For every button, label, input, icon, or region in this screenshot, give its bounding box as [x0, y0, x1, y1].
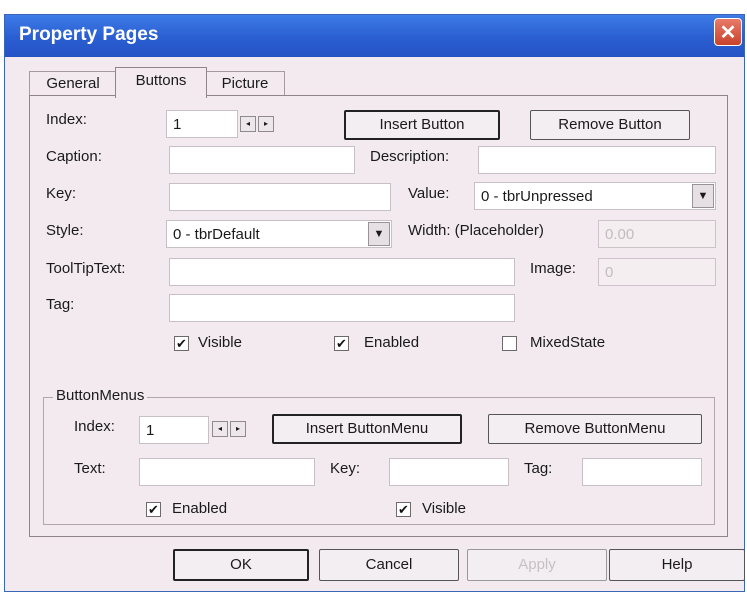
- width-field[interactable]: 0.00: [598, 220, 716, 248]
- checkmark-icon: ✔: [148, 502, 159, 517]
- style-select[interactable]: 0 - tbrDefault ▼: [166, 220, 392, 248]
- image-label: Image:: [530, 260, 576, 277]
- menu-key-label: Key:: [330, 460, 361, 477]
- value-select[interactable]: 0 - tbrUnpressed ▼: [474, 182, 716, 210]
- tag-field[interactable]: [169, 294, 515, 322]
- chevron-down-icon[interactable]: ▼: [692, 184, 714, 208]
- visible-checkbox[interactable]: ✔: [174, 336, 189, 351]
- ok-button[interactable]: OK: [173, 549, 309, 581]
- tab-picture[interactable]: Picture: [205, 71, 285, 96]
- checkmark-icon: ✔: [398, 502, 409, 517]
- menu-index-field[interactable]: 1: [139, 416, 209, 444]
- window-title: Property Pages: [19, 24, 159, 45]
- close-icon: ✕: [719, 22, 737, 44]
- menu-visible-label: Visible: [422, 500, 466, 517]
- caption-field[interactable]: [169, 146, 355, 174]
- index-label: Index:: [46, 111, 87, 128]
- menu-key-field[interactable]: [389, 458, 509, 486]
- width-label: Width: (Placeholder): [408, 222, 544, 239]
- menu-enabled-label: Enabled: [172, 500, 228, 517]
- cancel-button[interactable]: Cancel: [319, 549, 459, 581]
- menu-tag-field[interactable]: [582, 458, 702, 486]
- mixedstate-label: MixedState: [530, 334, 606, 351]
- help-button[interactable]: Help: [609, 549, 745, 581]
- close-button[interactable]: ✕: [714, 18, 742, 46]
- apply-button[interactable]: Apply: [467, 549, 607, 581]
- title-bar[interactable]: Property Pages ✕: [5, 15, 744, 57]
- spin-down-icon[interactable]: ◂: [212, 421, 228, 437]
- description-field[interactable]: [478, 146, 716, 174]
- key-label: Key:: [46, 185, 77, 202]
- property-pages-window: Property Pages ✕ General Buttons Picture…: [4, 14, 745, 592]
- tag-label: Tag:: [46, 296, 75, 313]
- description-label: Description:: [370, 148, 450, 165]
- menu-tag-label: Tag:: [524, 460, 553, 477]
- tooltip-field[interactable]: [169, 258, 515, 286]
- checkmark-icon: ✔: [336, 336, 347, 351]
- mixedstate-checkbox[interactable]: [502, 336, 517, 351]
- index-field[interactable]: 1: [166, 110, 238, 138]
- enabled-checkbox[interactable]: ✔: [334, 336, 349, 351]
- menu-text-label: Text:: [74, 460, 106, 477]
- button-menus-title: ButtonMenus: [53, 387, 148, 404]
- menu-text-field[interactable]: [139, 458, 315, 486]
- tooltip-label: ToolTipText:: [46, 260, 126, 277]
- value-label: Value:: [408, 185, 450, 202]
- menu-enabled-checkbox[interactable]: ✔: [146, 502, 161, 517]
- caption-label: Caption:: [46, 148, 102, 165]
- image-field[interactable]: 0: [598, 258, 716, 286]
- spin-up-icon[interactable]: ▸: [230, 421, 246, 437]
- menu-visible-checkbox[interactable]: ✔: [396, 502, 411, 517]
- menu-index-label: Index:: [74, 418, 115, 435]
- insert-button-button[interactable]: Insert Button: [344, 110, 500, 140]
- spin-down-icon[interactable]: ◂: [240, 116, 256, 132]
- button-menus-group: ButtonMenus Index: 1 ◂ ▸ Insert ButtonMe…: [43, 387, 715, 525]
- tab-general[interactable]: General: [29, 71, 117, 96]
- spin-up-icon[interactable]: ▸: [258, 116, 274, 132]
- visible-label: Visible: [198, 334, 242, 351]
- style-label: Style:: [46, 222, 84, 239]
- checkmark-icon: ✔: [176, 336, 187, 351]
- buttons-panel: Index: 1 ◂ ▸ Insert Button Remove Button…: [29, 95, 728, 537]
- remove-button-button[interactable]: Remove Button: [530, 110, 690, 140]
- key-field[interactable]: [169, 183, 391, 211]
- enabled-label: Enabled: [364, 334, 420, 351]
- insert-buttonmenu-button[interactable]: Insert ButtonMenu: [272, 414, 462, 444]
- remove-buttonmenu-button[interactable]: Remove ButtonMenu: [488, 414, 702, 444]
- tab-buttons[interactable]: Buttons: [115, 67, 207, 98]
- chevron-down-icon[interactable]: ▼: [368, 222, 390, 246]
